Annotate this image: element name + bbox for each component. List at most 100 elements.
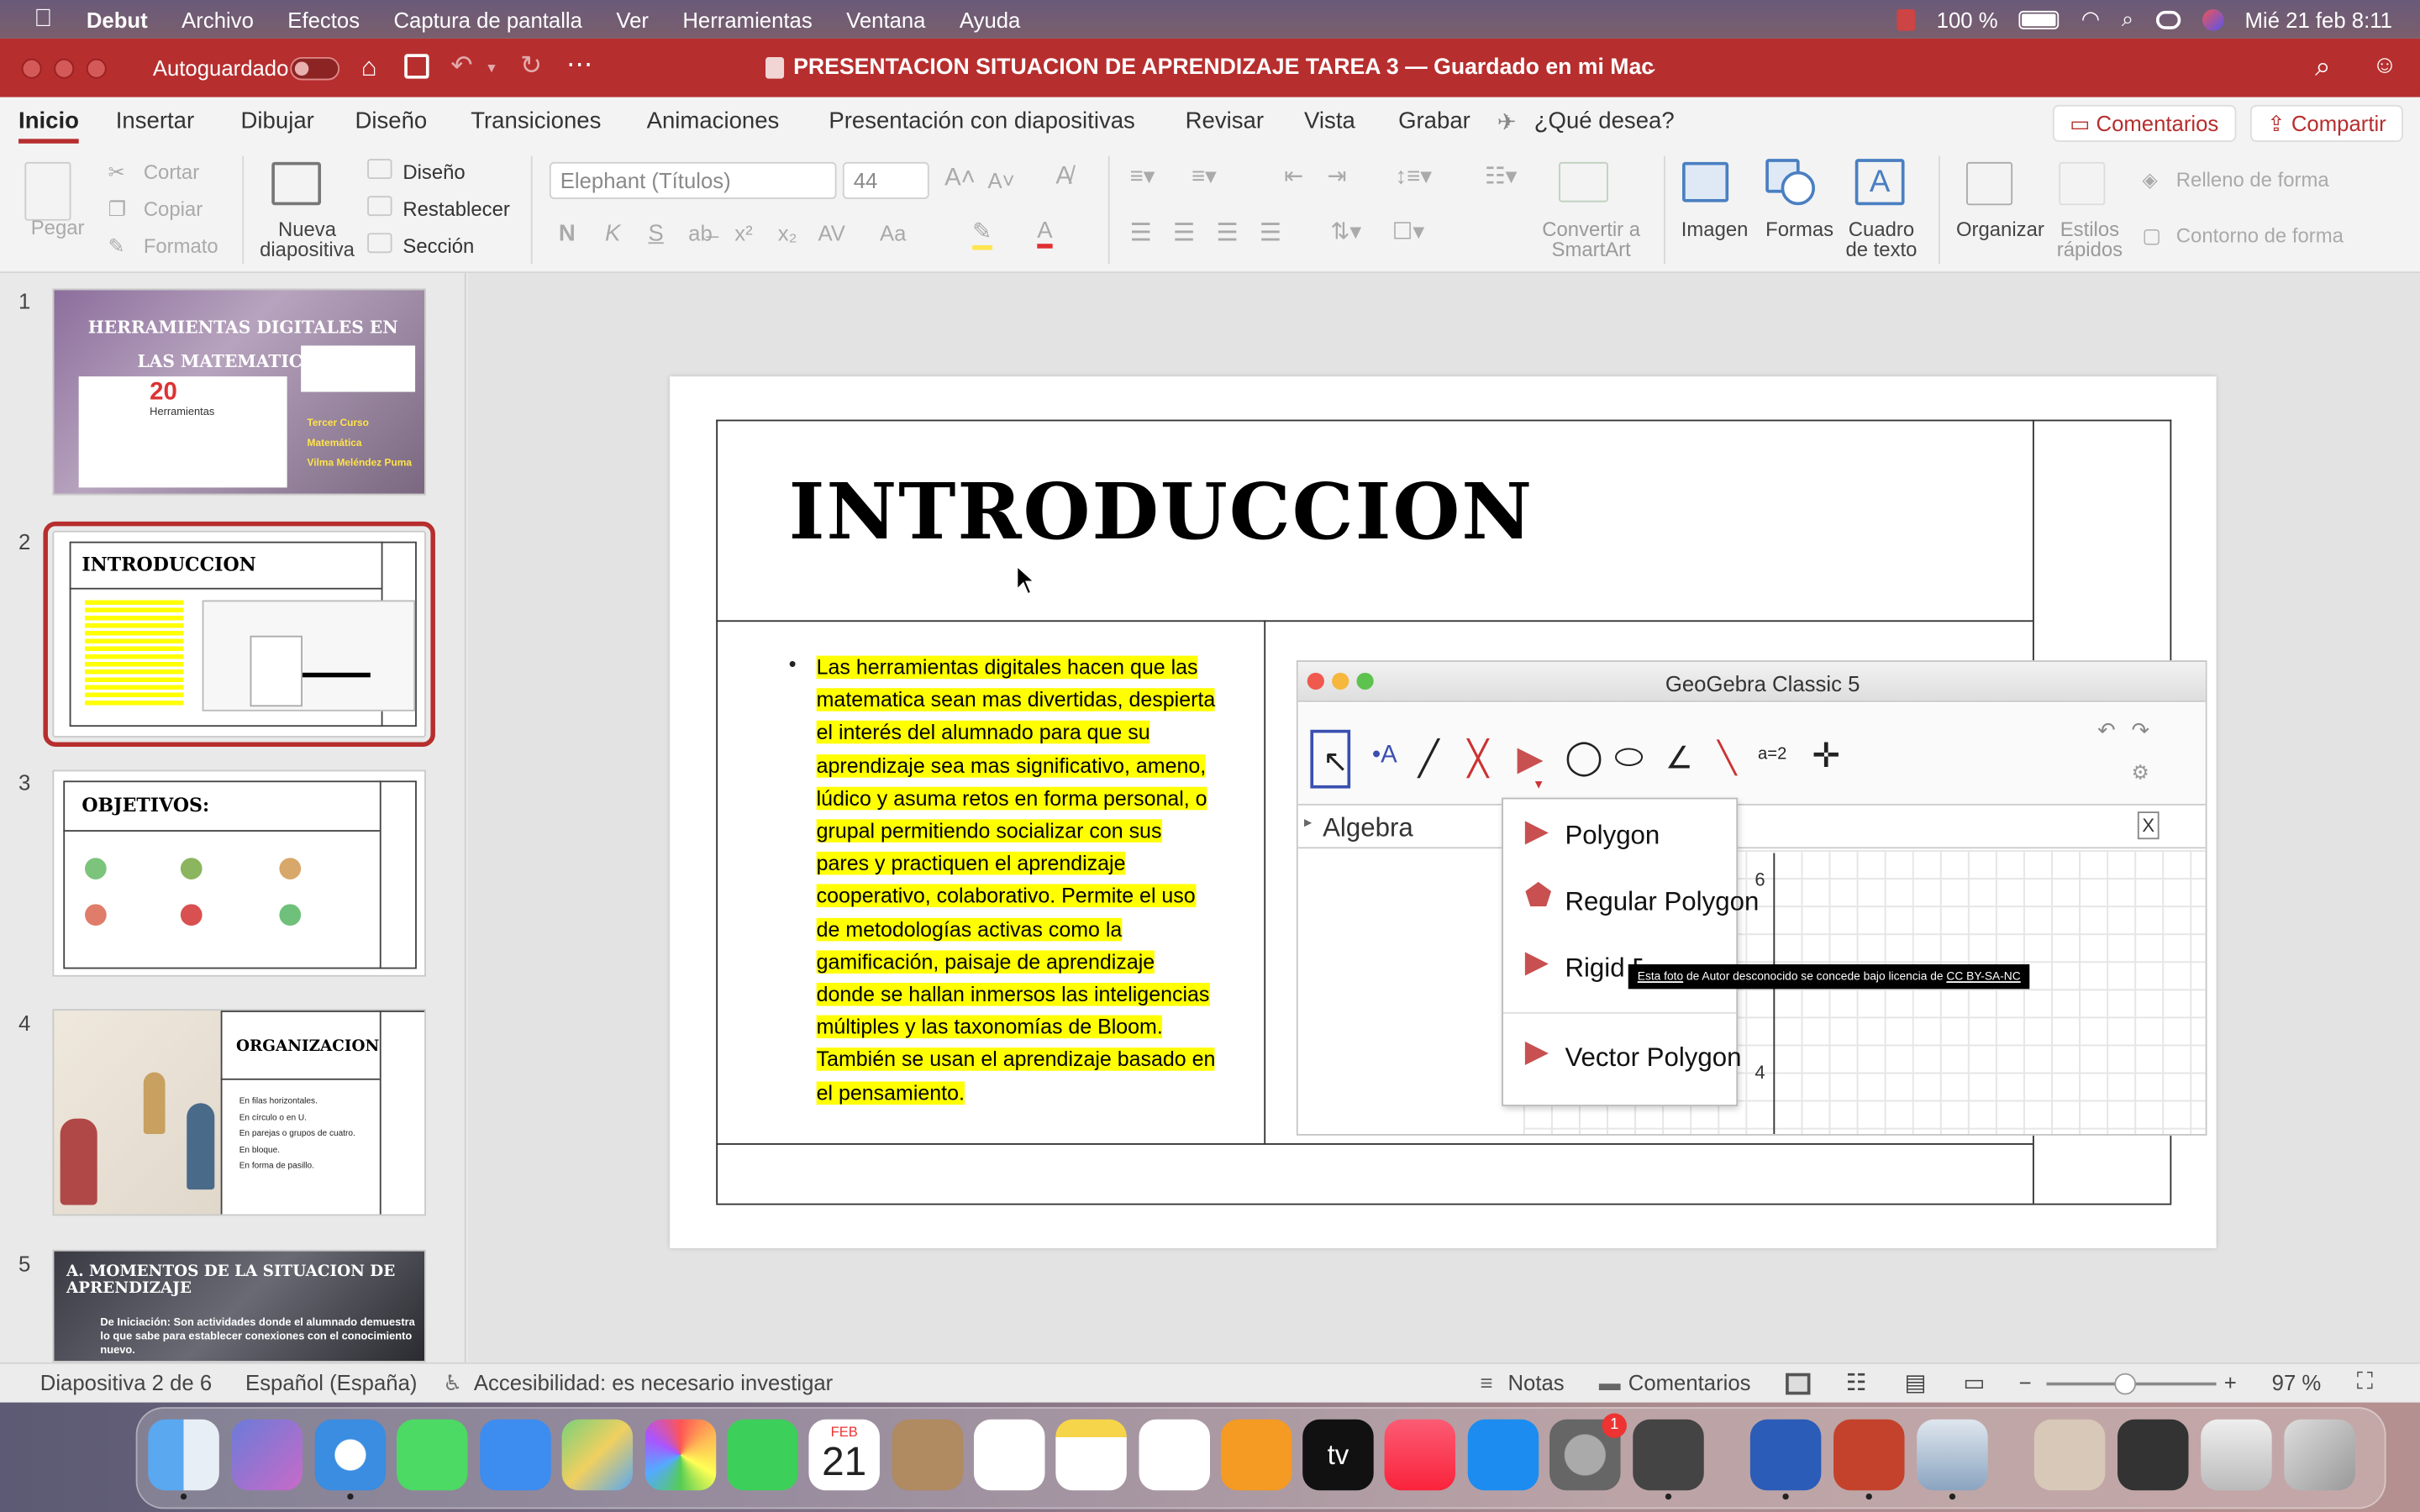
- siri-icon[interactable]: [2202, 8, 2223, 30]
- system-settings-icon[interactable]: 1: [1549, 1413, 1627, 1491]
- cut-button[interactable]: Cortar: [144, 160, 199, 184]
- bullets-icon[interactable]: ≡▾: [1129, 162, 1155, 190]
- facetime-icon[interactable]: [727, 1419, 798, 1491]
- license-link[interactable]: CC BY-SA-NC: [1946, 969, 2020, 983]
- italic-button[interactable]: K: [605, 221, 620, 247]
- convert-smartart-button[interactable]: Convertir a SmartArt: [1531, 219, 1651, 260]
- preview-icon[interactable]: [1917, 1419, 1988, 1491]
- format-painter-button[interactable]: Formato: [144, 234, 218, 258]
- reset-button[interactable]: Restablecer: [402, 197, 509, 221]
- decrease-font-icon[interactable]: A˅: [988, 168, 1015, 192]
- minimize-window-button[interactable]: [54, 58, 75, 79]
- columns-icon[interactable]: ☷▾: [1485, 162, 1518, 190]
- mail-icon[interactable]: [480, 1419, 551, 1491]
- align-text-icon[interactable]: ☐▾: [1392, 218, 1425, 245]
- screen-recorder-icon[interactable]: [1633, 1419, 1704, 1491]
- apple-tv-icon[interactable]: tv: [1302, 1419, 1374, 1491]
- fill-icon[interactable]: ◈: [2142, 168, 2157, 192]
- quick-styles-icon[interactable]: [2059, 161, 2106, 206]
- document-stack-icon[interactable]: [2284, 1419, 2355, 1491]
- menu-herramientas[interactable]: Herramientas: [682, 7, 812, 31]
- person-icon[interactable]: ☺: [2372, 52, 2397, 80]
- highlight-color-icon[interactable]: ✎: [972, 218, 992, 250]
- undo-dropdown-icon[interactable]: ▾: [487, 60, 495, 77]
- shapes-button[interactable]: Formas: [1760, 219, 1840, 239]
- tab-transiciones[interactable]: Transiciones: [471, 108, 601, 134]
- recent-stack-icon[interactable]: [2117, 1419, 2189, 1491]
- shapes-icon[interactable]: [1781, 171, 1815, 206]
- language-indicator[interactable]: Español (España): [245, 1370, 417, 1394]
- menu-ver[interactable]: Ver: [616, 7, 649, 31]
- menubar-datetime[interactable]: Mié 21 feb 8:11: [2245, 7, 2392, 31]
- numbering-icon[interactable]: ≡▾: [1192, 162, 1217, 190]
- section-button[interactable]: Sección: [402, 234, 474, 258]
- slide-thumbnail-4[interactable]: ORGANIZACION En filas horizontales. En c…: [52, 1009, 426, 1216]
- autosave-toggle[interactable]: [290, 56, 340, 81]
- menu-efectos[interactable]: Efectos: [287, 7, 360, 31]
- new-slide-button[interactable]: Nueva diapositiva: [251, 219, 362, 260]
- undo-icon[interactable]: ↶: [450, 51, 472, 82]
- tab-animaciones[interactable]: Animaciones: [647, 108, 780, 134]
- underline-button[interactable]: S: [648, 221, 663, 247]
- wifi-icon[interactable]: ◠: [2081, 6, 2100, 32]
- more-icon[interactable]: ⋯: [566, 50, 592, 81]
- close-window-button[interactable]: [21, 58, 42, 79]
- tab-dibujar[interactable]: Dibujar: [241, 108, 314, 134]
- tab-grabar[interactable]: Grabar: [1398, 108, 1470, 134]
- safari-icon[interactable]: [314, 1419, 387, 1491]
- slide[interactable]: INTRODUCCION • Las herramientas digitale…: [670, 376, 2217, 1248]
- font-family-select[interactable]: Elephant (Títulos): [549, 161, 837, 199]
- outline-icon[interactable]: ▢: [2142, 223, 2161, 248]
- subscript-icon[interactable]: x₂: [778, 221, 797, 245]
- increase-font-icon[interactable]: A˄: [944, 165, 976, 193]
- tell-me-search[interactable]: ¿Qué desea?: [1534, 108, 1675, 134]
- zoom-level[interactable]: 97 %: [2272, 1370, 2322, 1394]
- image-icon[interactable]: [1682, 161, 1729, 202]
- save-icon[interactable]: [404, 54, 429, 79]
- decrease-indent-icon[interactable]: ⇤: [1284, 162, 1303, 190]
- slide-title[interactable]: INTRODUCCION: [789, 466, 1534, 557]
- slide-thumbnail-5[interactable]: A. MOMENTOS DE LA SITUACION DE APRENDIZA…: [52, 1249, 426, 1362]
- menu-ayuda[interactable]: Ayuda: [960, 7, 1020, 31]
- slide-sorter-icon[interactable]: ☷: [1846, 1368, 1867, 1396]
- fit-slide-icon[interactable]: ⛶: [2357, 1368, 2373, 1394]
- font-size-select[interactable]: 44: [842, 161, 929, 199]
- menu-captura[interactable]: Captura de pantalla: [393, 7, 581, 31]
- clear-format-icon[interactable]: A̸: [1055, 164, 1072, 192]
- geogebra-screenshot-image[interactable]: GeoGebra Classic 5 ↖ •A ╱ ╳ ▶ ▼ ◯ ⬭ ∠ ╲ a…: [1296, 660, 2207, 1136]
- zoom-out-icon[interactable]: −: [2018, 1370, 2031, 1394]
- app-menu[interactable]: Debut: [87, 7, 148, 31]
- pages-icon[interactable]: [1220, 1419, 1292, 1491]
- recording-icon[interactable]: [1896, 8, 1915, 30]
- zoom-window-button[interactable]: [86, 58, 107, 79]
- zoom-slider-handle[interactable]: [2114, 1373, 2137, 1395]
- home-icon[interactable]: ⌂: [361, 52, 377, 83]
- battery-icon[interactable]: [2019, 9, 2060, 29]
- menu-archivo[interactable]: Archivo: [182, 7, 254, 31]
- change-case-icon[interactable]: Aa: [880, 221, 906, 245]
- normal-view-icon[interactable]: [1786, 1373, 1811, 1395]
- char-spacing-icon[interactable]: AV: [818, 221, 844, 245]
- align-left-icon[interactable]: ☰: [1129, 218, 1151, 249]
- title-chevron-icon[interactable]: ⌄: [1645, 60, 1658, 77]
- search-icon[interactable]: ⌕: [2315, 51, 2331, 84]
- word-icon[interactable]: [1749, 1419, 1822, 1491]
- freeform-icon[interactable]: [1139, 1419, 1210, 1491]
- slide-thumbnail-2[interactable]: INTRODUCCION: [43, 521, 435, 747]
- line-spacing-icon[interactable]: ↕≡▾: [1395, 162, 1432, 190]
- reading-view-icon[interactable]: ▤: [1905, 1368, 1927, 1396]
- textbox-icon[interactable]: A: [1854, 159, 1905, 206]
- paste-icon[interactable]: [24, 161, 71, 221]
- shape-outline-button[interactable]: Contorno de forma: [2176, 223, 2344, 247]
- bold-button[interactable]: N: [559, 221, 576, 247]
- trash-icon[interactable]: [2201, 1419, 2272, 1491]
- messages-icon[interactable]: [397, 1419, 468, 1491]
- reminders-icon[interactable]: [973, 1419, 1045, 1491]
- zoom-in-icon[interactable]: +: [2224, 1370, 2237, 1394]
- tab-revisar[interactable]: Revisar: [1186, 108, 1264, 134]
- contacts-icon[interactable]: [892, 1419, 964, 1491]
- slideshow-icon[interactable]: ▭: [1963, 1368, 1985, 1396]
- smartart-icon[interactable]: [1559, 161, 1608, 202]
- font-color-icon[interactable]: A: [1037, 218, 1053, 249]
- menu-ventana[interactable]: Ventana: [846, 7, 925, 31]
